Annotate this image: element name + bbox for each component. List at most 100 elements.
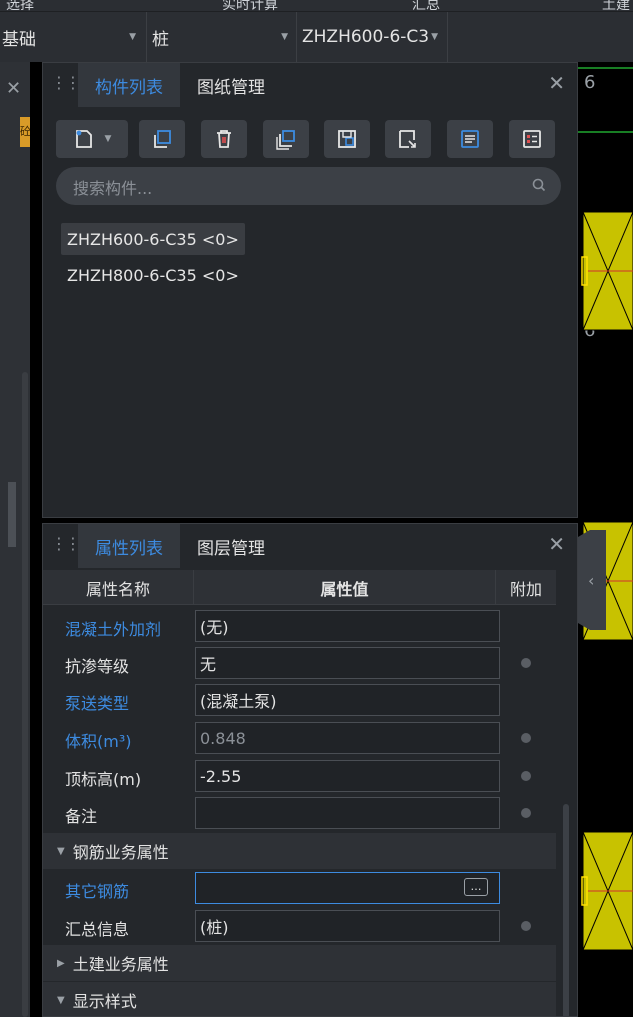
chevron-down-icon: ▼ (281, 32, 288, 42)
chevron-right-icon: ▶ (57, 957, 65, 969)
scrollbar-thumb[interactable] (563, 804, 569, 1016)
menu-summary[interactable]: 汇总 (412, 0, 440, 11)
close-icon[interactable]: ✕ (6, 78, 21, 99)
menu-realtime-calc[interactable]: 实时计算 (222, 0, 278, 11)
import-component-button[interactable] (324, 120, 370, 158)
section-title: 钢筋业务属性 (72, 843, 169, 862)
section-display-style[interactable]: ▼ 显示样式 (43, 982, 556, 1016)
left-side-strip: ✕ 砼 (0, 62, 30, 1017)
property-name: 抗渗等级 (65, 657, 130, 676)
search-placeholder: 搜索构件... (73, 179, 153, 198)
component-list-item[interactable]: ZHZH800-6-C35 <0> (61, 259, 245, 291)
new-component-icon (75, 130, 92, 148)
menu-select[interactable]: 选择 (6, 0, 34, 11)
property-name: 备注 (65, 807, 98, 826)
delete-component-button[interactable] (201, 120, 247, 158)
import-icon (338, 130, 356, 148)
property-row[interactable]: 备注 (43, 795, 556, 832)
chevron-down-icon: ▼ (57, 994, 65, 1006)
component-settings-button[interactable] (509, 120, 555, 158)
property-value-field[interactable]: -2.55 (195, 760, 500, 792)
extra-dot-icon[interactable] (521, 921, 531, 931)
property-value-field[interactable]: (混凝土泵) (195, 684, 500, 716)
property-table-header: 属性名称 属性值 附加 (43, 570, 556, 605)
copy-to-floor-button[interactable] (263, 120, 309, 158)
component-search-input[interactable]: 搜索构件... (56, 167, 561, 205)
header-property-value: 属性值 (194, 570, 496, 605)
property-name: 混凝土外加剂 (65, 620, 162, 639)
property-row[interactable]: 顶标高(m) -2.55 (43, 758, 556, 795)
tab-property-list[interactable]: 属性列表 (78, 524, 180, 568)
pile-shape (581, 831, 633, 951)
component-dropdown[interactable]: ZHZH600-6-C3 ▼ (302, 12, 447, 62)
chevron-down-icon: ▼ (431, 32, 438, 42)
category-dropdown[interactable]: 基础 ▼ (2, 12, 144, 62)
property-row[interactable]: 抗渗等级 无 (43, 645, 556, 682)
section-rebar-properties[interactable]: ▼ 钢筋业务属性 (43, 833, 556, 869)
extra-dot-icon[interactable] (521, 808, 531, 818)
cad-canvas[interactable]: 6 6 ‹ (578, 62, 633, 1017)
delete-icon (217, 130, 231, 148)
chevron-down-icon: ▼ (57, 845, 65, 857)
component-panel-header: ⋮⋮ 构件列表 图纸管理 ✕ (43, 63, 577, 107)
scrollbar-thumb[interactable] (8, 482, 16, 547)
component-list-panel: ⋮⋮ 构件列表 图纸管理 ✕ ▼ 搜索构件... ZHZH600-6-C35 <… (42, 62, 578, 518)
property-row[interactable]: 泵送类型 (混凝土泵) (43, 682, 556, 719)
search-icon (532, 178, 546, 192)
property-value-field[interactable]: (桩) (195, 910, 500, 942)
tab-drawing-management[interactable]: 图纸管理 (180, 63, 282, 107)
property-row[interactable]: 汇总信息 (桩) (43, 908, 556, 945)
property-name: 体积(m³) (65, 732, 132, 751)
list-view-icon (461, 130, 479, 148)
header-extra: 附加 (509, 579, 542, 599)
copy-icon (154, 130, 171, 148)
type-dropdown[interactable]: 桩 ▼ (152, 12, 292, 62)
chevron-down-icon: ▼ (104, 134, 112, 144)
top-menu-strip: 选择 实时计算 汇总 土建 (0, 0, 633, 12)
property-name: 泵送类型 (65, 694, 130, 713)
copy-component-button[interactable] (139, 120, 185, 158)
property-value-field[interactable] (195, 797, 500, 829)
type-value: 桩 (152, 29, 169, 50)
component-value: ZHZH600-6-C3 (302, 27, 430, 47)
property-name: 汇总信息 (65, 920, 130, 939)
property-name: 顶标高(m) (65, 770, 142, 789)
property-value-field: 0.848 (195, 722, 500, 754)
new-component-button[interactable]: ▼ (56, 120, 128, 158)
ellipsis-button[interactable]: … (464, 878, 488, 896)
close-icon[interactable]: ✕ (548, 71, 565, 95)
property-row[interactable]: 混凝土外加剂 (无) (43, 608, 556, 645)
category-value: 基础 (2, 29, 36, 50)
pile-shape (581, 211, 633, 331)
list-view-button[interactable] (447, 120, 493, 158)
drag-handle-icon[interactable]: ⋮⋮ (51, 73, 81, 92)
settings-icon (523, 130, 541, 148)
axis-label: 6 (584, 72, 595, 93)
scrollbar-track[interactable] (22, 372, 28, 1017)
property-list-panel: ⋮⋮ 属性列表 图层管理 ✕ 属性名称 属性值 附加 混凝土外加剂 (无) 抗渗… (42, 523, 578, 1017)
section-title: 显示样式 (72, 992, 137, 1011)
tab-component-list[interactable]: 构件列表 (78, 63, 180, 107)
section-civil-properties[interactable]: ▶ 土建业务属性 (43, 945, 556, 981)
extra-dot-icon[interactable] (521, 658, 531, 668)
export-icon (399, 130, 416, 148)
property-value-field[interactable]: 无 (195, 647, 500, 679)
copy-to-floor-icon (276, 130, 295, 150)
section-title: 土建业务属性 (72, 955, 169, 974)
other-rebar-input[interactable] (195, 872, 500, 904)
tab-layer-management[interactable]: 图层管理 (180, 524, 282, 568)
property-value-field[interactable]: (无) (195, 610, 500, 642)
chevron-down-icon: ▼ (129, 32, 136, 42)
property-row[interactable]: 体积(m³) 0.848 (43, 720, 556, 757)
property-row[interactable]: 其它钢筋 … (43, 870, 556, 907)
component-list-item[interactable]: ZHZH600-6-C35 <0> (61, 223, 245, 255)
drag-handle-icon[interactable]: ⋮⋮ (51, 534, 81, 553)
extra-dot-icon[interactable] (521, 733, 531, 743)
header-property-name: 属性名称 (43, 570, 194, 605)
menu-civil[interactable]: 土建 (602, 0, 630, 11)
extra-dot-icon[interactable] (521, 771, 531, 781)
badge-icon[interactable]: 砼 (20, 117, 30, 147)
property-name: 其它钢筋 (65, 882, 130, 901)
close-icon[interactable]: ✕ (548, 532, 565, 556)
export-component-button[interactable] (385, 120, 431, 158)
